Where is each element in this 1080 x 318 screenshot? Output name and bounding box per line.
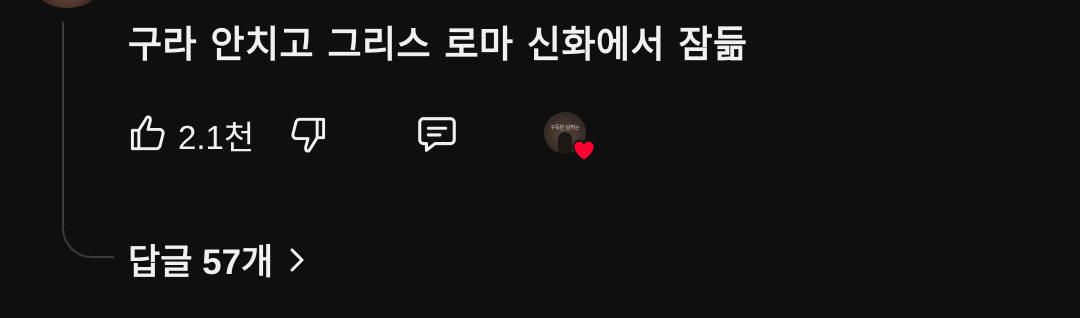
creator-heart-badge: 구독만 날뛰는 [544,112,600,162]
reply-button[interactable] [414,110,460,160]
thumbs-up-icon [126,112,170,159]
creator-avatar-text: 구독만 날뛰는 [550,125,580,131]
replies-label: 답글 57개 [128,243,274,282]
commenter-avatar[interactable] [36,0,98,8]
chevron-right-icon [287,245,307,278]
like-count: 2.1천 [178,119,255,156]
comment-action-bar: 2.1천 구독만 날뛰는 [126,110,646,162]
like-button[interactable]: 2.1천 [126,110,254,160]
comment-icon [414,111,460,160]
view-replies-button[interactable]: 답글 57개 [128,234,307,285]
dislike-button[interactable] [286,110,330,160]
comment-text: 구라 안치고 그리스 로마 신화에서 잠듦 [128,23,748,66]
thumbs-down-icon [286,112,330,159]
heart-icon [570,136,598,166]
reply-thread-line [62,22,114,258]
